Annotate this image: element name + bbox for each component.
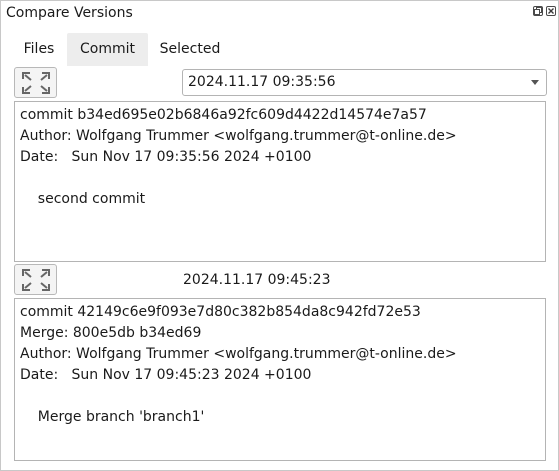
chevron-down-icon — [531, 80, 539, 85]
window-title: Compare Versions — [6, 5, 133, 21]
title-bar: Compare Versions — [1, 1, 558, 27]
commit-a-version-select[interactable]: 2024.11.17 09:35:56 — [182, 69, 547, 96]
commit-b-line: Merge: 800e5db b34ed69 — [20, 325, 202, 341]
commit-b-line: Date: Sun Nov 17 09:45:23 2024 +0100 — [20, 367, 312, 383]
commit-b-line: Merge branch 'branch1' — [20, 409, 205, 425]
tab-files[interactable]: Files — [13, 33, 65, 66]
commit-b-line: Author: Wolfgang Trummer <wolfgang.trumm… — [20, 346, 457, 362]
commit-b-details-pane[interactable]: commit 42149c6e9f093e7d80c382b854da8c942… — [14, 298, 546, 461]
expand-commit-b-button[interactable] — [14, 264, 57, 295]
commit-b-version-label: 2024.11.17 09:45:23 — [183, 272, 331, 288]
float-window-icon[interactable] — [533, 6, 543, 16]
tab-commit[interactable]: Commit — [67, 33, 148, 66]
commit-a-line: Author: Wolfgang Trummer <wolfgang.trumm… — [20, 128, 457, 144]
expand-icon — [22, 269, 50, 291]
compare-versions-window: Compare Versions Files Commit Selected 2… — [0, 0, 559, 471]
commit-a-line: Date: Sun Nov 17 09:35:56 2024 +0100 — [20, 149, 312, 165]
commit-a-line: second commit — [20, 191, 146, 207]
expand-commit-a-button[interactable] — [14, 67, 57, 98]
tab-bar: Files Commit Selected — [1, 33, 558, 67]
commit-b-line: commit 42149c6e9f093e7d80c382b854da8c942… — [20, 304, 421, 320]
expand-icon — [22, 72, 50, 94]
commit-a-line: commit b34ed695e02b6846a92fc609d4422d145… — [20, 107, 427, 123]
commit-a-selected-version: 2024.11.17 09:35:56 — [188, 74, 336, 90]
commit-a-details-pane[interactable]: commit b34ed695e02b6846a92fc609d4422d145… — [14, 101, 546, 262]
close-icon[interactable] — [546, 6, 556, 16]
tab-selected[interactable]: Selected — [150, 33, 230, 66]
